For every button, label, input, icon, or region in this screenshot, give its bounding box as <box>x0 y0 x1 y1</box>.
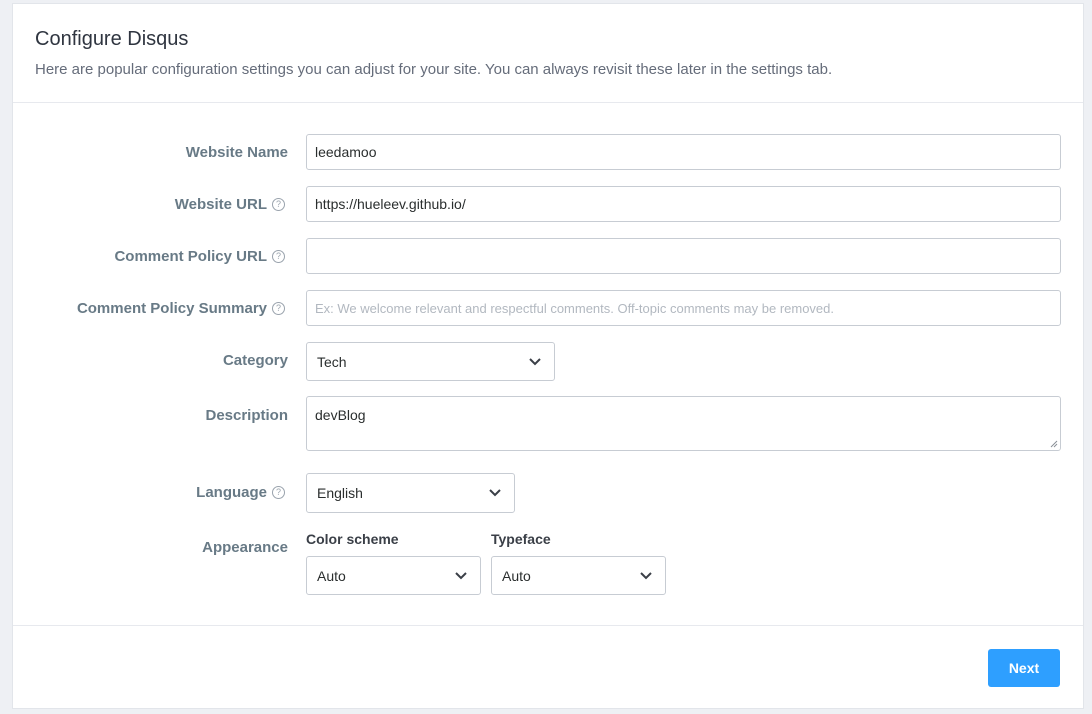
language-label: Language <box>196 484 267 501</box>
chevron-down-icon <box>529 357 541 365</box>
description-label: Description <box>205 407 288 424</box>
next-button[interactable]: Next <box>988 649 1060 687</box>
typeface-select[interactable]: Auto <box>491 556 666 595</box>
comment-policy-url-input[interactable] <box>306 238 1061 274</box>
language-select[interactable]: English <box>306 473 515 513</box>
category-value: Tech <box>317 353 347 370</box>
resize-handle-icon[interactable] <box>1048 438 1058 448</box>
website-name-input[interactable]: leedamoo <box>306 134 1061 170</box>
chevron-down-icon <box>455 571 467 579</box>
color-scheme-label: Color scheme <box>306 531 399 547</box>
description-value: devBlog <box>315 407 366 423</box>
comment-policy-url-label: Comment Policy URL <box>114 248 267 265</box>
category-label: Category <box>222 352 288 369</box>
question-circle-icon[interactable]: ? <box>272 486 285 499</box>
website-url-input[interactable]: https://hueleev.github.io/ <box>306 186 1061 222</box>
page-title: Configure Disqus <box>35 28 189 50</box>
footer-divider <box>13 625 1083 626</box>
page-subtitle: Here are popular configuration settings … <box>35 61 833 78</box>
chevron-down-icon <box>489 489 501 497</box>
color-scheme-select[interactable]: Auto <box>306 556 481 595</box>
website-url-value: https://hueleev.github.io/ <box>315 196 466 212</box>
color-scheme-value: Auto <box>317 567 346 584</box>
description-textarea[interactable]: devBlog <box>306 396 1061 451</box>
question-circle-icon[interactable]: ? <box>272 250 285 263</box>
typeface-label: Typeface <box>491 531 551 547</box>
chevron-down-icon <box>640 571 652 579</box>
question-circle-icon[interactable]: ? <box>272 198 285 211</box>
configure-disqus-card: Configure Disqus Here are popular config… <box>12 3 1084 709</box>
comment-policy-summary-placeholder: Ex: We welcome relevant and respectful c… <box>315 300 835 316</box>
website-name-label: Website Name <box>185 144 288 161</box>
card-header: Configure Disqus Here are popular config… <box>13 4 1083 103</box>
typeface-value: Auto <box>502 567 531 584</box>
appearance-label: Appearance <box>202 539 288 556</box>
website-name-value: leedamoo <box>315 144 377 160</box>
category-select[interactable]: Tech <box>306 342 555 381</box>
comment-policy-summary-input[interactable]: Ex: We welcome relevant and respectful c… <box>306 290 1061 326</box>
language-value: English <box>317 485 363 501</box>
question-circle-icon[interactable]: ? <box>272 302 285 315</box>
website-url-label: Website URL <box>174 196 267 213</box>
comment-policy-summary-label: Comment Policy Summary <box>76 300 267 317</box>
